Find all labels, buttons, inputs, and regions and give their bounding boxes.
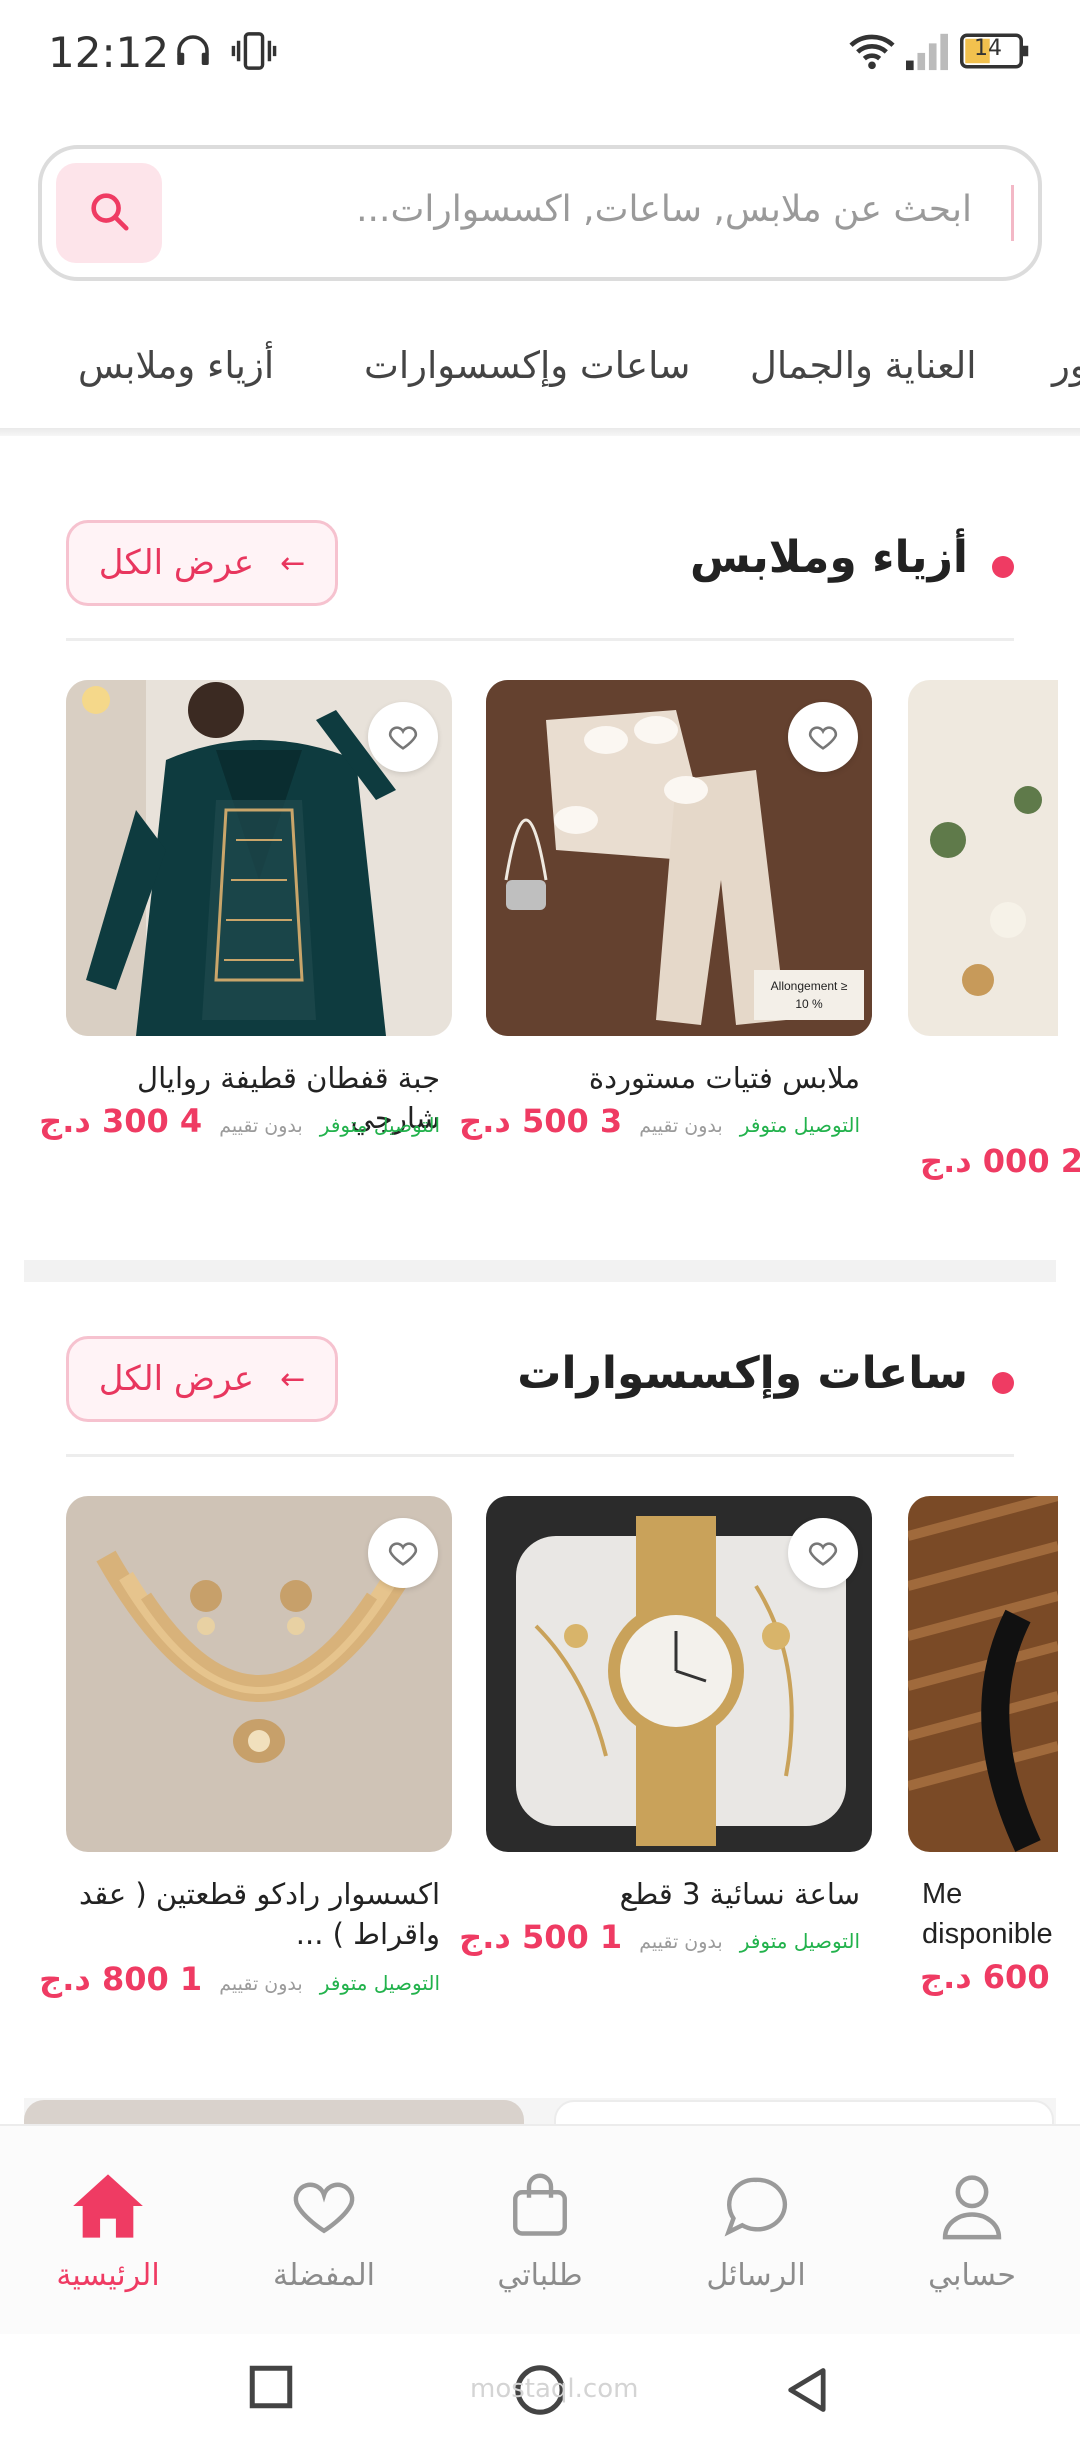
bottom-nav: الرئيسية المفضلة طلباتي الرسائل حسابي xyxy=(0,2124,1080,2334)
product-price: 4 600 د.ج xyxy=(920,1958,1058,1996)
section-title: أزياء وملابس xyxy=(690,532,968,583)
heart-icon xyxy=(806,720,840,754)
arrow-left-icon: ← xyxy=(280,1361,306,1397)
view-all-label: عرض الكل xyxy=(98,543,255,583)
favorite-button[interactable] xyxy=(368,702,438,772)
product-card[interactable]: Allongement ≥ 10 % ملابس فتيات مستوردة ا… xyxy=(459,680,872,1150)
product-image: Allongement ≥ 10 % xyxy=(486,680,872,1036)
view-all-button[interactable]: عرض الكل ← xyxy=(66,520,338,606)
tab-partial[interactable]: ور xyxy=(1052,344,1080,387)
headphones-icon xyxy=(172,30,214,76)
delivery-badge: التوصيل متوفر xyxy=(319,1113,440,1137)
bag-icon xyxy=(440,2166,640,2246)
nav-label: المفضلة xyxy=(272,2258,376,2293)
rating-text: بدون تقييم xyxy=(639,1931,723,1953)
user-icon xyxy=(872,2166,1072,2246)
delivery-badge: التوصيل متوفر xyxy=(739,1929,860,1953)
section-header-watches: ساعات وإكسسوارات عرض الكل ← xyxy=(66,1336,1014,1426)
product-price: 4 300 د.ج xyxy=(39,1102,203,1140)
product-image xyxy=(66,680,452,1036)
favorite-button[interactable] xyxy=(368,1518,438,1588)
tab-beauty-care[interactable]: العناية والجمال xyxy=(750,344,977,387)
section-dot xyxy=(992,1372,1014,1394)
product-card[interactable]: اكسسوار رادكو قطعتين ( عقد واقراط ) ... … xyxy=(39,1496,452,2006)
rating-text: بدون تقييم xyxy=(219,1115,303,1137)
battery-level: 14 xyxy=(974,36,1002,61)
product-image xyxy=(908,680,1058,1036)
nav-label: الرسائل xyxy=(706,2258,806,2293)
product-name: Me disponible xyxy=(922,1878,1053,1950)
nav-label: طلباتي xyxy=(497,2258,583,2293)
image-caption-line2: 10 % xyxy=(795,997,823,1011)
search-button[interactable] xyxy=(56,163,162,263)
image-caption-line1: Allongement ≥ xyxy=(771,979,848,993)
favorite-button[interactable] xyxy=(788,702,858,772)
product-image xyxy=(908,1496,1058,1852)
wifi-icon xyxy=(848,30,896,76)
tabs-divider xyxy=(0,428,1080,436)
back-button[interactable] xyxy=(782,2362,834,2422)
search-caret xyxy=(1011,185,1014,241)
nav-home[interactable]: الرئيسية xyxy=(8,2166,208,2293)
product-name: اكسسوار رادكو قطعتين ( عقد واقراط ) ... xyxy=(78,1877,440,1951)
product-card-partial[interactable]: Me disponible 4 600 د.ج xyxy=(908,1496,1058,2016)
nav-label: حسابي xyxy=(928,2258,1016,2293)
product-name: ملابس فتيات مستوردة xyxy=(588,1061,860,1095)
status-time: 12:12 xyxy=(48,28,170,77)
delivery-badge: التوصيل متوفر xyxy=(739,1113,860,1137)
product-meta: التوصيل متوفر بدون تقييم 4 300 د.ج xyxy=(39,1102,440,1142)
product-card[interactable]: جبة قفطان قطيفة روايال شارجي التوصيل متو… xyxy=(39,680,452,1150)
section-divider xyxy=(66,638,1014,641)
product-card[interactable]: ساعة نسائية 3 قطع التوصيل متوفر بدون تقي… xyxy=(459,1496,872,2006)
product-price: 1 800 د.ج xyxy=(39,1960,203,1998)
signal-icon xyxy=(904,30,950,76)
product-meta: التوصيل متوفر بدون تقييم 1 500 د.ج xyxy=(459,1918,860,1958)
product-price: 3 500 د.ج xyxy=(459,1102,623,1140)
product-card-partial[interactable]: 2 000 د.ج xyxy=(908,680,1080,1200)
heart-icon xyxy=(386,720,420,754)
section-header-fashion: أزياء وملابس عرض الكل ← xyxy=(66,520,1014,610)
heart-icon xyxy=(224,2166,424,2246)
section-title: ساعات وإكسسوارات xyxy=(517,1348,968,1399)
product-image xyxy=(486,1496,872,1852)
home-icon xyxy=(8,2166,208,2246)
nav-orders[interactable]: طلباتي xyxy=(440,2166,640,2293)
delivery-badge: التوصيل متوفر xyxy=(319,1971,440,1995)
view-all-button[interactable]: عرض الكل ← xyxy=(66,1336,338,1422)
product-image xyxy=(66,1496,452,1852)
search-bar[interactable]: ابحث عن ملابس, ساعات, اكسسوارات... xyxy=(38,145,1042,281)
system-nav-bar: mostaql.com xyxy=(0,2334,1080,2460)
nav-label: الرئيسية xyxy=(56,2258,160,2293)
nav-messages[interactable]: الرسائل xyxy=(656,2166,856,2293)
rating-text: بدون تقييم xyxy=(639,1115,723,1137)
view-all-label: عرض الكل xyxy=(98,1359,255,1399)
favorite-button[interactable] xyxy=(788,1518,858,1588)
heart-icon xyxy=(386,1536,420,1570)
tab-fashion[interactable]: أزياء وملابس xyxy=(78,344,274,387)
section-dot xyxy=(992,556,1014,578)
chat-icon xyxy=(656,2166,856,2246)
vibrate-icon xyxy=(230,30,278,76)
nav-favorites[interactable]: المفضلة xyxy=(224,2166,424,2293)
product-meta: التوصيل متوفر بدون تقييم 3 500 د.ج xyxy=(459,1102,860,1142)
search-input[interactable]: ابحث عن ملابس, ساعات, اكسسوارات... xyxy=(356,189,972,230)
category-tabs: أزياء وملابس ساعات وإكسسوارات العناية وا… xyxy=(0,330,1080,410)
watermark: mostaql.com xyxy=(470,2374,639,2404)
heart-icon xyxy=(806,1536,840,1570)
product-price: 1 500 د.ج xyxy=(459,1918,623,1956)
search-icon xyxy=(86,188,132,238)
product-price: 2 000 د.ج xyxy=(920,1142,1080,1180)
rating-text: بدون تقييم xyxy=(219,1973,303,1995)
section-separator xyxy=(24,1260,1056,1282)
product-meta: التوصيل متوفر بدون تقييم 1 800 د.ج xyxy=(39,1960,440,2000)
product-name: ساعة نسائية 3 قطع xyxy=(619,1877,860,1911)
recents-button[interactable] xyxy=(246,2362,296,2416)
arrow-left-icon: ← xyxy=(280,545,306,581)
status-bar: 12:12 14 xyxy=(0,0,1080,110)
tab-watches-accessories[interactable]: ساعات وإكسسوارات xyxy=(364,344,690,387)
nav-account[interactable]: حسابي xyxy=(872,2166,1072,2293)
section-divider xyxy=(66,1454,1014,1457)
